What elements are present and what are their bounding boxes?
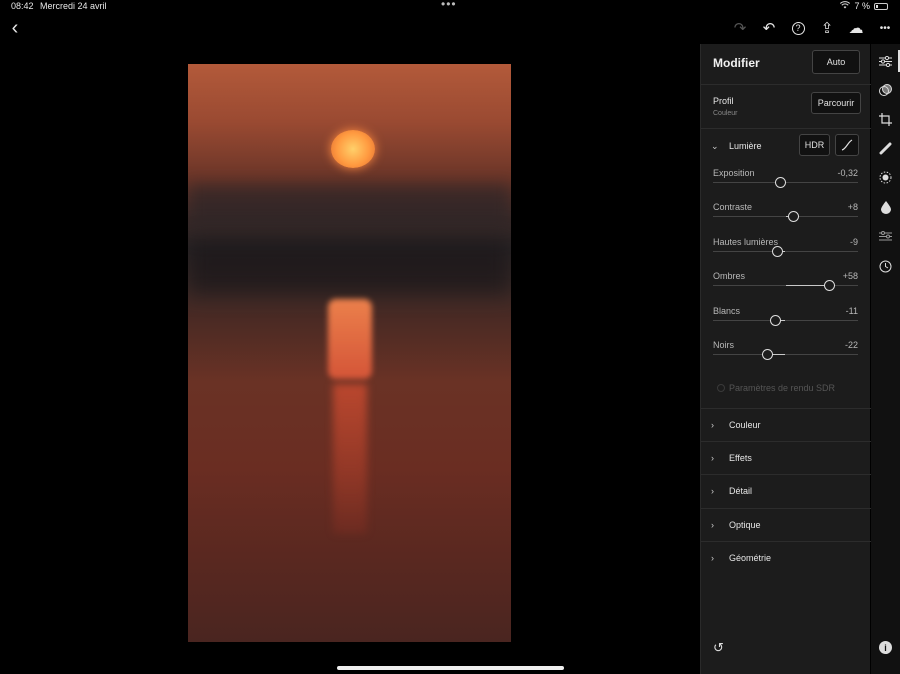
color-drop-icon[interactable] xyxy=(871,196,900,218)
photo-reflection xyxy=(328,299,372,379)
slider-label: Ombres xyxy=(713,271,746,282)
chevron-right-icon[interactable]: › xyxy=(711,553,714,563)
slider-row[interactable]: Hautes lumières -9 xyxy=(713,237,858,267)
sdr-toggle[interactable] xyxy=(717,384,725,392)
tool-rail: i xyxy=(871,44,900,674)
photo-band xyxy=(188,184,511,224)
info-icon[interactable]: i xyxy=(879,641,892,654)
divider xyxy=(701,84,871,85)
share-icon[interactable]: ⇪ xyxy=(816,14,838,42)
masking-icon[interactable] xyxy=(871,166,900,188)
presets-icon[interactable] xyxy=(871,79,900,101)
section-title[interactable]: Détail xyxy=(729,486,752,496)
chevron-right-icon[interactable]: › xyxy=(711,453,714,463)
edit-sliders-icon[interactable] xyxy=(871,50,900,72)
slider-row[interactable]: Exposition -0,32 xyxy=(713,168,858,198)
slider-value[interactable]: -0,32 xyxy=(837,168,858,178)
status-time: 08:42 xyxy=(11,1,34,11)
edit-panel: Modifier Auto Profil Couleur Parcourir ⌄… xyxy=(700,44,871,674)
history-icon[interactable] xyxy=(871,255,900,277)
section-détail[interactable]: › Détail xyxy=(701,474,871,507)
more-icon[interactable]: ••• xyxy=(874,14,896,42)
slider-value[interactable]: -11 xyxy=(846,306,858,316)
section-title[interactable]: Optique xyxy=(729,520,761,530)
battery-charging-icon xyxy=(874,2,888,10)
cloud-sync-icon[interactable]: ☁ xyxy=(845,14,867,42)
slider-row[interactable]: Ombres +58 xyxy=(713,271,858,301)
slider-value[interactable]: -9 xyxy=(850,237,858,247)
reset-icon[interactable]: ↺ xyxy=(713,640,724,656)
slider-thumb[interactable] xyxy=(774,177,786,188)
sdr-render-settings[interactable]: Paramètres de rendu SDR xyxy=(729,383,835,393)
home-indicator[interactable] xyxy=(337,666,564,670)
section-couleur[interactable]: › Couleur xyxy=(701,408,871,441)
photo-sun xyxy=(331,130,375,168)
status-bar: 08:42 Mercredi 24 avril ••• 7 % xyxy=(0,0,900,14)
slider-track[interactable] xyxy=(713,250,858,252)
photo-band xyxy=(188,239,511,294)
slider-thumb[interactable] xyxy=(771,245,783,257)
slider-label: Hautes lumières xyxy=(713,236,779,247)
tone-curve-icon[interactable] xyxy=(835,134,859,156)
slider-thumb[interactable] xyxy=(787,211,799,223)
chevron-right-icon[interactable]: › xyxy=(711,486,714,496)
healing-icon[interactable] xyxy=(871,137,900,159)
section-géométrie[interactable]: › Géométrie xyxy=(701,540,871,574)
hdr-button[interactable]: HDR xyxy=(799,134,830,156)
section-light-title[interactable]: Lumière xyxy=(729,141,762,151)
slider-value[interactable]: +58 xyxy=(843,271,858,281)
slider-thumb[interactable] xyxy=(824,280,835,292)
slider-track[interactable] xyxy=(713,354,858,355)
undo-icon[interactable]: ↶ xyxy=(758,14,780,42)
section-title[interactable]: Couleur xyxy=(729,420,761,430)
chevron-down-icon[interactable]: ⌄ xyxy=(711,141,719,152)
section-title[interactable]: Géométrie xyxy=(729,553,771,563)
divider xyxy=(701,128,871,129)
slider-label: Contraste xyxy=(713,202,753,213)
versions-icon[interactable] xyxy=(871,225,900,247)
slider-label: Blancs xyxy=(713,305,741,316)
section-optique[interactable]: › Optique xyxy=(701,507,871,541)
photo-reflection xyxy=(333,384,367,534)
help-icon[interactable]: ? xyxy=(787,14,809,42)
crop-icon[interactable] xyxy=(871,108,900,130)
sunset-photo[interactable] xyxy=(188,64,511,642)
browse-profile-button[interactable]: Parcourir xyxy=(811,92,861,114)
chevron-right-icon[interactable]: › xyxy=(711,420,714,430)
chevron-right-icon[interactable]: › xyxy=(711,520,714,530)
wifi-icon xyxy=(840,1,851,11)
profile-label: Profil xyxy=(713,96,734,106)
slider-value[interactable]: +8 xyxy=(848,202,858,212)
slider-track[interactable] xyxy=(713,319,858,321)
panel-title: Modifier xyxy=(713,56,760,70)
slider-fill xyxy=(785,285,829,287)
slider-row[interactable]: Noirs -22 xyxy=(713,340,858,370)
slider-thumb[interactable] xyxy=(761,349,773,360)
slider-thumb[interactable] xyxy=(770,314,782,326)
slider-value[interactable]: -22 xyxy=(845,340,858,350)
help-glyph: ? xyxy=(791,21,805,35)
slider-label: Noirs xyxy=(713,340,735,350)
slider-label: Exposition xyxy=(713,168,755,178)
auto-button[interactable]: Auto xyxy=(812,50,860,74)
redo-icon[interactable]: ↷ xyxy=(729,14,751,42)
status-date: Mercredi 24 avril xyxy=(40,1,107,11)
slider-row[interactable]: Contraste +8 xyxy=(713,202,858,232)
slider-row[interactable]: Blancs -11 xyxy=(713,306,858,336)
chevron-left-icon[interactable]: ‹ xyxy=(4,14,26,42)
profile-value: Couleur xyxy=(713,110,738,117)
top-toolbar: ‹ ↷ ↶ ? ⇪ ☁ ••• xyxy=(0,14,900,44)
multitask-dots[interactable]: ••• xyxy=(441,0,457,11)
battery-percent: 7 % xyxy=(854,1,870,11)
section-effets[interactable]: › Effets xyxy=(701,441,871,474)
section-title[interactable]: Effets xyxy=(729,453,752,463)
